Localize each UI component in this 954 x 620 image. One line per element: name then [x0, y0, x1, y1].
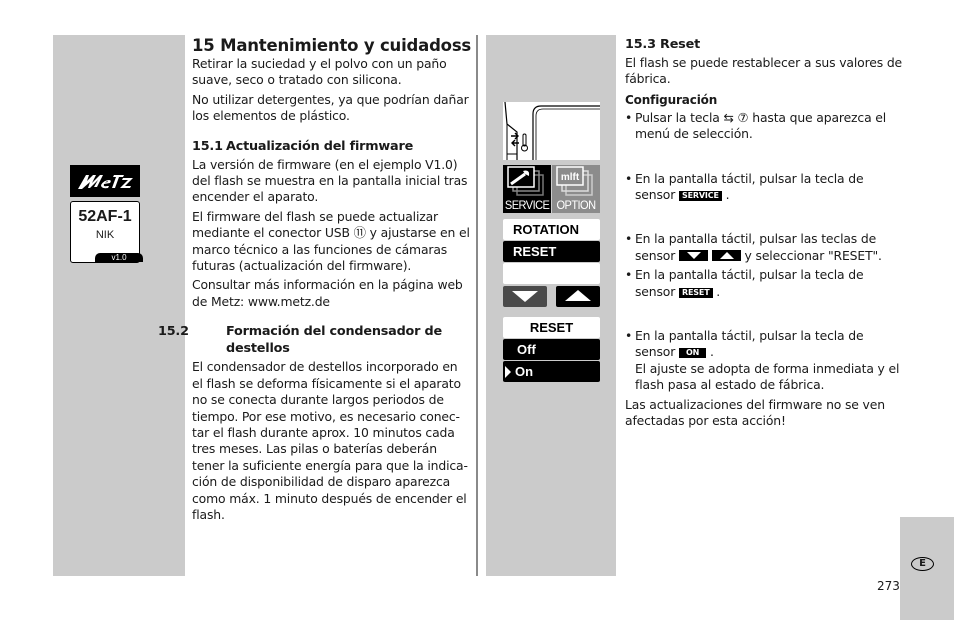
reset-option-off[interactable]: Off: [503, 339, 600, 360]
step-item: En la pantalla táctil, pulsar la tecla d…: [625, 171, 905, 204]
scroll-up-button[interactable]: [556, 286, 600, 307]
step-item: En la pantalla táctil, pulsar la tecla d…: [625, 328, 905, 394]
config-heading: Configuración: [625, 92, 718, 107]
service-option-panel: SERVICE mlft OPTION: [503, 165, 600, 213]
section-number: 15.1: [192, 138, 223, 154]
step-text: En la pantalla táctil, pulsar la tecla d…: [635, 328, 864, 360]
section-heading: 15.2 Formación del condensador de destell…: [158, 323, 472, 357]
metz-logo-icon: [78, 175, 133, 189]
menu-item-empty: [503, 263, 600, 284]
reset-option-on[interactable]: On: [503, 361, 600, 382]
paragraph: La versión de firmware (en el ejemplo V1…: [192, 156, 468, 205]
step-text: .: [706, 344, 714, 360]
reset-title: RESET: [503, 317, 600, 338]
section-number: 15.2: [158, 324, 189, 340]
steps-list: Pulsar la tecla ⇆ ⑦ hasta que aparezca e…: [625, 110, 905, 394]
step-text: En la pantalla táctil, pulsar la tecla d…: [635, 267, 864, 299]
intro-paragraph: Retirar la suciedad y el polvo con un pa…: [192, 56, 447, 88]
step-text: .: [712, 283, 721, 299]
mode-button-icon: [504, 102, 600, 160]
step-text: Pulsar la tecla ⇆ ⑦ hasta que aparezca e…: [635, 109, 887, 142]
section-title: Formación del condensador de destellos: [226, 324, 442, 357]
step-item: En la pantalla táctil, pulsar la tecla d…: [625, 267, 905, 300]
language-badge: E: [911, 557, 934, 571]
option-icon-text: mlft: [561, 172, 580, 183]
up-arrow-key-icon: [711, 249, 741, 261]
step-text: .: [721, 187, 730, 203]
down-arrow-key-icon: [678, 249, 708, 261]
step-note: El ajuste se adopta de forma inmediata y…: [635, 360, 900, 393]
firmware-version: v1.0: [95, 253, 143, 262]
left-margin-bar: [53, 35, 185, 576]
flash-device-illustration: [503, 102, 600, 160]
spacer: [625, 303, 905, 325]
section-heading: 15.3 Reset: [625, 36, 905, 53]
column-separator: [476, 35, 478, 576]
paragraph: El condensador de destellos incorporado …: [192, 359, 468, 522]
step-text: y seleccionar "RESET".: [740, 247, 882, 263]
metz-logo: [70, 165, 140, 197]
right-column: 15.3 Reset El flash se puede restablecer…: [625, 36, 905, 433]
paragraph: El flash se puede restablecer a sus valo…: [625, 55, 903, 87]
section-title: Reset: [660, 37, 700, 52]
chapter-title: 15 Mantenimiento y cuidadoss: [192, 36, 472, 55]
section-title: Actualización del firmware: [226, 138, 414, 154]
reset-option-on-label: On: [515, 364, 534, 379]
wrench-icon: [507, 166, 544, 196]
menu-item-rotation[interactable]: ROTATION: [503, 219, 600, 240]
service-button[interactable]: SERVICE: [503, 165, 551, 213]
option-label: OPTION: [556, 198, 596, 212]
model-name: 52AF-1: [78, 208, 132, 225]
service-label: SERVICE: [504, 198, 550, 212]
step-text: En la pantalla táctil, pulsar la tecla d…: [635, 170, 864, 203]
on-key: ON: [678, 348, 707, 359]
left-column: 15 Mantenimiento y cuidadoss Retirar la …: [158, 36, 472, 526]
intro-paragraph: No utilizar detergentes, ya que podrían …: [192, 91, 469, 124]
scroll-down-button[interactable]: [503, 286, 547, 307]
mft-icon: mlft: [556, 166, 593, 196]
spacer: [625, 146, 905, 168]
step-item: En la pantalla táctil, pulsar las teclas…: [625, 231, 905, 264]
step-item: Pulsar la tecla ⇆ ⑦ hasta que aparezca e…: [625, 110, 905, 143]
menu-item-reset[interactable]: RESET: [503, 241, 600, 262]
paragraph: El firmware del flash se puede actualiza…: [192, 208, 470, 274]
reset-key: RESET: [678, 287, 713, 298]
footer-note: Las actualizaciones del firmware no se v…: [625, 396, 885, 429]
option-button[interactable]: mlft OPTION: [552, 165, 600, 213]
spacer: [625, 206, 905, 228]
section-heading: 15.1 Actualización del firmware: [192, 138, 472, 155]
model-variant: NIK: [95, 229, 115, 241]
flash-startup-display: 52AF-1 NIK v1.0: [70, 201, 143, 263]
service-key: SERVICE: [678, 191, 722, 202]
paragraph: Consultar más información en la página w…: [192, 277, 463, 309]
section-number: 15.3: [625, 37, 656, 52]
page-number: 273: [877, 579, 900, 593]
selected-marker-icon: [505, 366, 511, 378]
